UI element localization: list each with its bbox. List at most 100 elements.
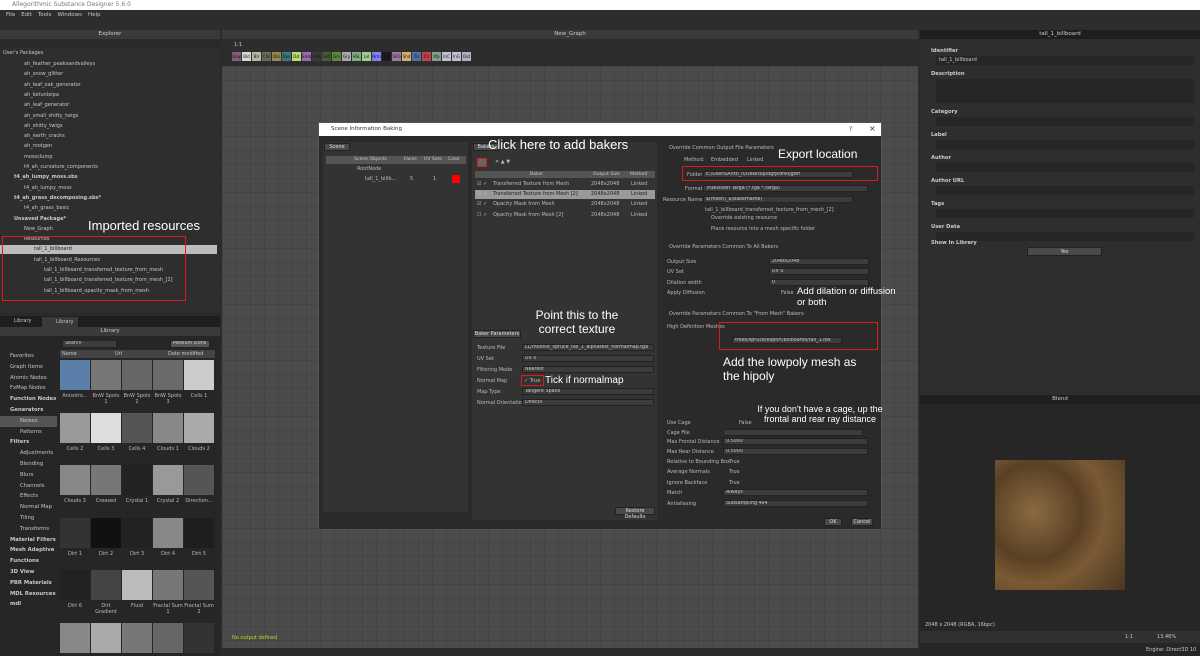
max-frontal-field[interactable]: 0.5000 (723, 438, 868, 445)
library-category[interactable]: Tiling (0, 513, 57, 524)
library-tile[interactable]: Creased (91, 465, 121, 517)
prop-field-category[interactable] (936, 117, 1194, 126)
common-uv-set-select[interactable]: UV 0 (769, 268, 869, 275)
prop-field-author-url[interactable] (936, 186, 1194, 195)
ok-button[interactable]: OK (824, 518, 842, 526)
node-palette-emb[interactable]: Emb (302, 52, 311, 61)
node-palette-bld[interactable]: Bld (242, 52, 251, 61)
node-palette-ing[interactable]: InG (452, 52, 461, 61)
prop-field-tags[interactable] (936, 209, 1194, 218)
library-tile[interactable]: Cells 4 (122, 412, 152, 465)
baker-checkbox[interactable]: ☑ ✓ (477, 181, 487, 187)
explorer-item[interactable]: t4_ah_grass_basic (0, 204, 69, 213)
texture-file-field[interactable]: LL/moonlit_spruce_tall_1_alphatest_norma… (522, 344, 654, 351)
view-mode-select[interactable]: Medium Icons (170, 340, 210, 348)
explorer-item[interactable]: ah_earth_cracks (0, 132, 65, 141)
explorer-item[interactable]: New_Graph (0, 225, 53, 234)
dilation-field[interactable]: 0 (769, 279, 869, 286)
library-tile[interactable]: Dirt Gradient (91, 570, 121, 622)
node-palette-grd[interactable]: GrD (322, 52, 331, 61)
library-category[interactable]: Effects (0, 491, 57, 502)
library-tile[interactable] (60, 622, 90, 656)
cancel-button[interactable]: Cancel (851, 518, 873, 526)
node-palette-shd[interactable]: Shd (402, 52, 411, 61)
prop-field-identifier[interactable]: tall_1_billboard (936, 56, 1194, 65)
library-category[interactable]: Noises (0, 415, 57, 427)
node-palette-dst[interactable]: Dst (292, 52, 301, 61)
explorer-item[interactable]: ah_ketunleipa (0, 91, 59, 100)
explorer-item[interactable]: t4_ah_lumpy_moss (0, 184, 72, 193)
explorer-item[interactable]: ah_snow_glitter (0, 70, 63, 79)
library-tile[interactable]: Fluid (122, 570, 152, 622)
library-category[interactable]: mdl (0, 599, 57, 610)
node-palette-gry[interactable]: Gry (342, 52, 351, 61)
node-palette-dbl[interactable]: Dbl (272, 52, 281, 61)
explorer-item[interactable]: t4_ah_lumpy_moss.sbs (0, 173, 78, 182)
help-button[interactable]: ? (849, 126, 852, 133)
map-type-select[interactable]: Tangent Space (522, 388, 654, 395)
baker-checkbox[interactable]: ☐ ✓ (477, 212, 487, 218)
explorer-item[interactable]: ah_leaf_generator (0, 101, 69, 110)
node-palette-grs[interactable]: Grs (332, 52, 341, 61)
library-category[interactable]: Normal Map (0, 502, 57, 513)
library-search-input[interactable]: Search (62, 340, 117, 348)
baker-row[interactable]: ☑ ✓ Opacity Mask from Mesh 2048x2048 Linked (475, 200, 655, 209)
node-palette-inc[interactable]: InC (442, 52, 451, 61)
library-category[interactable]: Transforms (0, 524, 57, 535)
library-tile[interactable]: Clouds 2 (184, 412, 214, 465)
col-url[interactable]: Url (115, 350, 122, 358)
library-category[interactable]: Adjustments (0, 448, 57, 459)
root-node[interactable]: RootNode (357, 166, 381, 172)
library-tile[interactable]: BnW Spots 3 (153, 360, 183, 412)
explorer-item[interactable]: ah_rootgen (0, 142, 52, 151)
tab-baker-parameters[interactable]: Baker Parameters (473, 330, 521, 338)
library-tile[interactable]: Direction... (184, 465, 214, 517)
menu-help[interactable]: Help (88, 12, 101, 18)
prop-field-author[interactable] (936, 163, 1194, 172)
menu-file[interactable]: File (6, 12, 15, 18)
node-palette-pix[interactable]: Pix (382, 52, 391, 61)
library-tile[interactable]: Dirt 6 (60, 570, 90, 622)
max-rear-field[interactable]: 0.5000 (723, 448, 868, 455)
baker-row[interactable]: ☐ ✓ Opacity Mask from Mesh [2] 2048x2048 Li… (475, 211, 655, 220)
scene-object-color-swatch[interactable] (452, 175, 460, 183)
library-tile[interactable]: Dirt 3 (122, 517, 152, 570)
library-category[interactable]: Function Nodes (0, 394, 57, 405)
explorer-item[interactable]: mossclump (0, 153, 53, 162)
library-category[interactable]: Atomic Nodes (0, 373, 57, 384)
library-tile[interactable] (153, 622, 183, 656)
explorer-item[interactable]: ah_leaf_oak_generator (0, 81, 81, 90)
node-palette-blr[interactable]: Blr (252, 52, 261, 61)
node-palette-chs[interactable]: Chs (262, 52, 271, 61)
node-palette-out[interactable]: Out (462, 52, 471, 61)
library-tile[interactable]: Clouds 3 (60, 465, 90, 517)
library-tile[interactable]: Clouds 1 (153, 412, 183, 465)
prop-field-description[interactable] (936, 79, 1194, 103)
prop-field-label[interactable] (936, 140, 1194, 149)
normal-map-checkbox[interactable]: ✓ True (524, 378, 540, 384)
restore-defaults-button[interactable]: Restore Defaults (615, 507, 655, 520)
library-category[interactable]: Filters (0, 437, 57, 448)
explorer-item[interactable]: t4_ah_grass_decomposing.sbs* (0, 194, 101, 203)
explorer-item[interactable]: ah_shitty_twigs (0, 122, 63, 131)
col-name[interactable]: Name (62, 350, 77, 358)
uv-set-select[interactable]: UV 0 (522, 355, 654, 362)
match-select[interactable]: Always (723, 489, 868, 496)
remove-baker-icon[interactable]: ✕ ▲ ▼ (495, 159, 510, 165)
library-category[interactable]: Favorites (0, 351, 57, 362)
node-palette-trs[interactable]: Trs (412, 52, 421, 61)
library-tile[interactable]: Fractal Sum 1 (153, 570, 183, 622)
library-tile[interactable]: Dirt 5 (184, 517, 214, 570)
node-palette-lvl[interactable]: Lvl (362, 52, 371, 61)
library-tile[interactable]: BnW Spots 2 (122, 360, 152, 412)
library-category[interactable]: PBR Materials (0, 578, 57, 589)
zoom-1-1-button[interactable]: 1:1 (234, 42, 242, 48)
library-category[interactable]: Channels (0, 481, 57, 492)
library-category[interactable]: Graph Items (0, 362, 57, 373)
explorer-item[interactable]: Unsaved Package* (0, 215, 66, 224)
node-palette-nrm[interactable]: Nrm (372, 52, 381, 61)
format-select[interactable]: Truevision Targa (*.tga *.targa) (703, 185, 868, 192)
library-category[interactable]: Blurs (0, 470, 57, 481)
menu-edit[interactable]: Edit (21, 12, 32, 18)
explorer-item[interactable]: t4_ah_curvature_components (0, 163, 98, 172)
